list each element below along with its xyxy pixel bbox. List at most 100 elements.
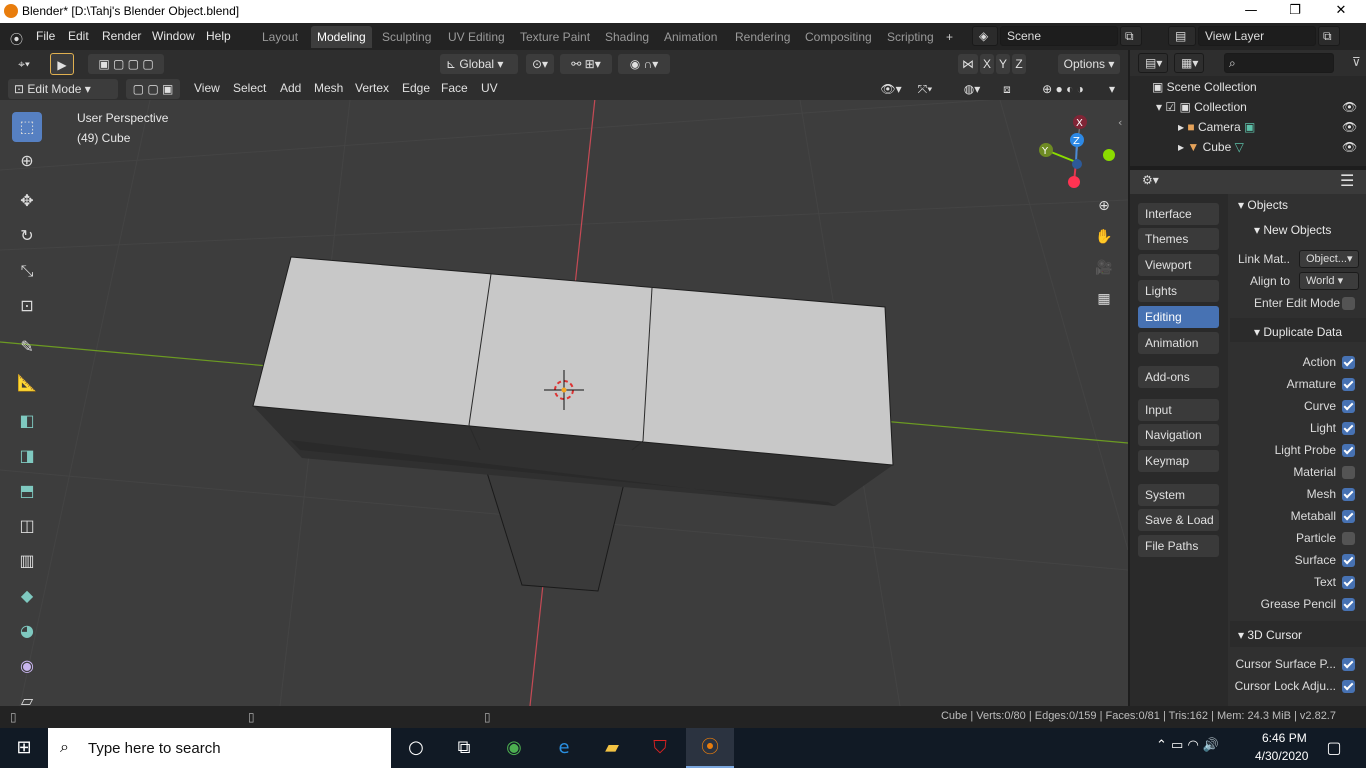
category-keymap[interactable]: Keymap [1138,450,1219,472]
new-view-layer-icon[interactable]: ⧉ [1318,26,1340,46]
scene-name-field[interactable]: Scene [1000,26,1118,46]
menu-help[interactable]: Help [206,29,231,43]
smooth-tool-icon[interactable]: ▱ [12,686,42,706]
menu-uv[interactable]: UV [481,81,498,95]
category-editing[interactable]: Editing [1138,306,1219,328]
visibility-icon[interactable]: 👁▾ [874,79,908,99]
hamburger-menu-icon[interactable]: ☰ [1340,171,1354,190]
tab-texture-paint[interactable]: Texture Paint [514,26,596,48]
bevel-tool-icon[interactable]: ◫ [12,511,42,541]
tab-animation[interactable]: Animation [658,26,723,48]
category-input[interactable]: Input [1138,399,1219,421]
vertex-edge-face-select-icons[interactable]: ▢ ▢ ▣ [126,79,180,99]
notifications-icon[interactable]: ▢ [1310,728,1358,768]
shading-options-icon[interactable]: ▾ [1104,79,1120,99]
navigation-gizmo[interactable]: X Z Y [1036,112,1120,194]
gizmo-toggle-icon[interactable]: ⤧▾ [908,79,942,99]
category-save-load[interactable]: Save & Load [1138,509,1219,531]
task-view-icon[interactable]: ⧉ [440,728,488,768]
cursor-option-0-checkbox[interactable] [1342,658,1355,671]
filter-icon[interactable]: ⊽ [1352,55,1361,69]
scale-tool-icon[interactable]: ⤡ [12,256,42,286]
mcafee-icon[interactable]: ⛉ [636,728,684,768]
duplicate-particle-checkbox[interactable] [1342,532,1355,545]
menu-vertex[interactable]: Vertex [355,81,389,95]
cursor-option-1-checkbox[interactable] [1342,680,1355,693]
category-viewport[interactable]: Viewport [1138,254,1219,276]
tab-uv-editing[interactable]: UV Editing [442,26,511,48]
tab-shading[interactable]: Shading [599,26,655,48]
cube-visibility-icon[interactable]: 👁 [1342,140,1357,154]
poly-build-tool-icon[interactable]: ◕ [12,616,42,646]
menu-select[interactable]: Select [233,81,266,95]
outliner-search-input[interactable]: ⌕ [1224,53,1334,73]
tab-layout[interactable]: Layout [256,26,304,48]
menu-add[interactable]: Add [280,81,301,95]
duplicate-metaball-checkbox[interactable] [1342,510,1355,523]
camera-visibility-icon[interactable]: 👁 [1342,120,1357,134]
add-workspace-button[interactable]: + [940,26,959,48]
mirror-y-toggle[interactable]: Y [996,54,1010,74]
shading-mode-icons[interactable]: ⊕ ● ◐ ◑ [1022,79,1104,99]
blender-menu-icon[interactable]: ⦿ [10,29,23,48]
editor-type-icon[interactable]: ⌖▾ [8,54,40,74]
duplicate-mesh-checkbox[interactable] [1342,488,1355,501]
tab-sculpting[interactable]: Sculpting [376,26,437,48]
category-navigation[interactable]: Navigation [1138,424,1219,446]
scene-collection-row[interactable]: ▣ Scene Collection [1152,80,1257,94]
outliner-item-camera[interactable]: ▸ ■ Camera ▣ [1178,120,1255,134]
tab-compositing[interactable]: Compositing [799,26,878,48]
duplicate-light-checkbox[interactable] [1342,422,1355,435]
tab-modeling[interactable]: Modeling [311,26,372,48]
blender-taskbar-icon[interactable]: ⦿ [686,728,734,768]
maximize-button[interactable]: ❐ [1272,0,1318,23]
preferences-editor-icon[interactable]: ⚙▾ [1142,173,1159,187]
measure-tool-icon[interactable]: 📐 [12,368,42,398]
mirror-z-toggle[interactable]: Z [1012,54,1026,74]
new-scene-icon[interactable]: ⧉ [1120,26,1142,46]
select-mode-icons[interactable]: ▣ ▢ ▢ ▢ [88,54,164,74]
zoom-icon[interactable]: ⊕ [1092,194,1116,218]
camera-view-icon[interactable]: 🎥 [1092,256,1116,280]
new-objects-subsection[interactable]: ▾ New Objects [1254,223,1331,237]
collection-row[interactable]: ▾ ☑ ▣ Collection [1156,100,1247,114]
outliner-editor-icon[interactable]: ▤▾ [1138,53,1168,73]
clock-date[interactable]: 4/30/2020 [1255,749,1308,763]
cursor-tool-icon[interactable]: ⊕ [12,146,42,176]
duplicate-surface-checkbox[interactable] [1342,554,1355,567]
view-layer-name-field[interactable]: View Layer [1198,26,1316,46]
menu-view[interactable]: View [194,81,220,95]
scene-browse-icon[interactable]: ◈ [972,26,998,46]
loop-cut-tool-icon[interactable]: ▥ [12,546,42,576]
tab-scripting[interactable]: Scripting [881,26,940,48]
menu-render[interactable]: Render [102,29,141,43]
clock-time[interactable]: 6:46 PM [1262,731,1307,745]
tab-rendering[interactable]: Rendering [729,26,796,48]
mirror-icon[interactable]: ⋈ [958,54,978,74]
category-interface[interactable]: Interface [1138,203,1219,225]
add-cube-tool-icon[interactable]: ◧ [12,406,42,436]
collection-visibility-icon[interactable]: 👁 [1342,100,1357,114]
category-add-ons[interactable]: Add-ons [1138,366,1219,388]
snap-icon[interactable]: ⚯ ⊞▾ [560,54,612,74]
close-button[interactable]: ✕ [1318,0,1364,23]
proportional-edit-icon[interactable]: ◉ ∩▾ [618,54,670,74]
objects-section-header[interactable]: ▾ Objects [1238,198,1288,212]
category-lights[interactable]: Lights [1138,280,1219,302]
enter-edit-mode-checkbox[interactable] [1342,297,1355,310]
rotate-tool-icon[interactable]: ↻ [12,221,42,251]
menu-edit[interactable]: Edit [68,29,89,43]
menu-edge[interactable]: Edge [402,81,430,95]
mirror-x-toggle[interactable]: X [980,54,994,74]
display-mode-icon[interactable]: ▦▾ [1174,53,1204,73]
link-materials-dropdown[interactable]: Object...▾ [1299,250,1359,268]
inset-tool-icon[interactable]: ⬒ [12,476,42,506]
duplicate-text-checkbox[interactable] [1342,576,1355,589]
mode-dropdown[interactable]: ⊡ Edit Mode ▾ [8,79,118,99]
spin-tool-icon[interactable]: ◉ [12,651,42,681]
annotate-tool-icon[interactable]: ✎ [12,332,42,362]
cortana-icon[interactable]: ○ [392,728,440,768]
knife-tool-icon[interactable]: ◆ [12,581,42,611]
align-to-dropdown[interactable]: World ▾ [1299,272,1359,290]
chrome-icon[interactable]: ◉ [490,728,538,768]
